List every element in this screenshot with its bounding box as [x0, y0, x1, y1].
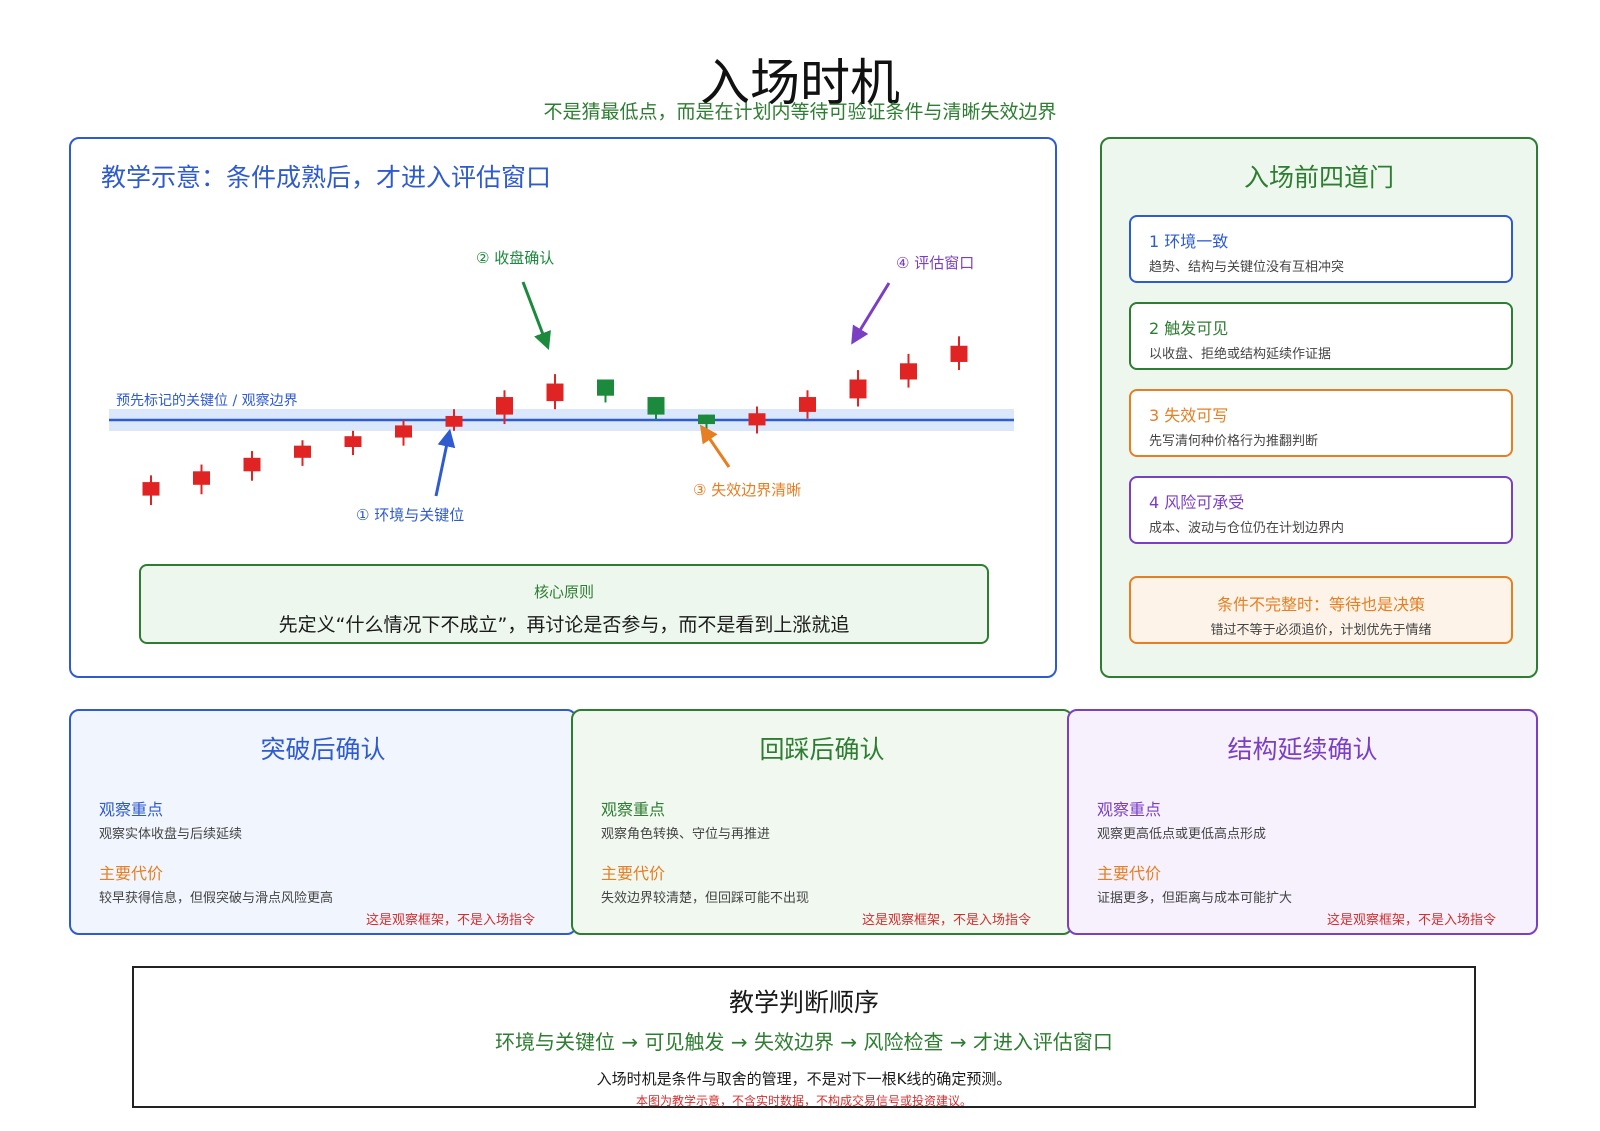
candle-body	[546, 383, 564, 402]
candle-body	[849, 379, 867, 399]
candle-body	[647, 397, 665, 415]
gate-desc: 成本、波动与仓位仍在计划边界内	[1149, 521, 1345, 536]
method-card-pullback: 回踩后确认 观察重点 观察角色转换、守位与再推进 主要代价 失效边界较清楚，但回…	[571, 709, 1073, 935]
core-principle-text: 先定义“什么情况下不成立”，再讨论是否参与，而不是看到上涨就追	[278, 614, 850, 636]
gate-title: 2 触发可见	[1149, 319, 1229, 338]
method-card-structure: 结构延续确认 观察重点 观察更高低点或更低高点形成 主要代价 证据更多，但距离与…	[1067, 709, 1538, 935]
candle-body	[900, 363, 917, 380]
candle	[243, 451, 261, 481]
judgment-order-title: 教学判断顺序	[728, 988, 879, 1017]
candle	[142, 475, 160, 506]
wait-decision-desc: 错过不等于必须追价，计划优先于情绪	[1210, 623, 1432, 638]
gate-environment: 1 环境一致 趋势、结构与关键位没有互相冲突	[1129, 215, 1513, 283]
focus-label: 观察重点	[1097, 800, 1162, 819]
wait-decision-title: 条件不完整时：等待也是决策	[1216, 595, 1425, 614]
method-title: 突破后确认	[260, 735, 386, 764]
key-level-label: 预先标记的关键位 / 观察边界	[116, 392, 298, 409]
focus-label: 观察重点	[601, 800, 666, 819]
candle	[344, 430, 362, 456]
cost-label: 主要代价	[601, 864, 666, 883]
disclaimer-note: 本图为教学示意，不含实时数据，不构成交易信号或投资建议。	[635, 1094, 972, 1108]
judgment-order-box: 教学判断顺序 环境与关键位 → 可见触发 → 失效边界 → 风险检查 → 才进入…	[132, 966, 1476, 1108]
candle	[294, 440, 311, 466]
candle-body	[445, 415, 463, 427]
four-gates-title: 入场前四道门	[1243, 163, 1394, 192]
candle-body	[294, 445, 311, 458]
focus-text: 观察角色转换、守位与再推进	[601, 827, 771, 842]
arrow-window	[851, 282, 891, 345]
cost-label: 主要代价	[1097, 864, 1162, 883]
method-card-breakout: 突破后确认 观察重点 观察实体收盘与后续延续 主要代价 较早获得信息，但假突破与…	[69, 709, 577, 935]
core-principle-box: 核心原则 先定义“什么情况下不成立”，再讨论是否参与，而不是看到上涨就追	[139, 564, 989, 644]
gate-title: 4 风险可承受	[1149, 493, 1245, 512]
candle	[950, 336, 968, 371]
annotation-env: ① 环境与关键位	[356, 506, 464, 524]
candle-body	[799, 397, 816, 412]
method-title: 回踩后确认	[759, 735, 885, 764]
focus-text: 观察实体收盘与后续延续	[99, 827, 243, 842]
candle-body	[950, 345, 968, 362]
method-disclaimer: 这是观察框架，不是入场指令	[861, 913, 1031, 928]
annotation-window: ④ 评估窗口	[896, 254, 974, 272]
page-subtitle: 不是猜最低点，而是在计划内等待可验证条件与清晰失效边界	[543, 101, 1057, 123]
arrow-close	[521, 281, 551, 351]
gate-title: 1 环境一致	[1149, 232, 1229, 251]
focus-text: 观察更高低点或更低高点形成	[1097, 827, 1267, 842]
gate-title: 3 失效可写	[1149, 406, 1229, 425]
gate-risk: 4 风险可承受 成本、波动与仓位仍在计划边界内	[1129, 476, 1513, 544]
focus-label: 观察重点	[99, 800, 164, 819]
candle-body	[395, 425, 412, 438]
method-disclaimer: 这是观察框架，不是入场指令	[365, 913, 535, 928]
gate-invalidation: 3 失效可写 先写清何种价格行为推翻判断	[1129, 389, 1513, 457]
gate-desc: 以收盘、拒绝或结构延续作证据	[1149, 347, 1332, 362]
candle	[597, 379, 614, 403]
wait-decision-box: 条件不完整时：等待也是决策 错过不等于必须追价，计划优先于情绪	[1129, 576, 1513, 644]
gate-trigger: 2 触发可见 以收盘、拒绝或结构延续作证据	[1129, 302, 1513, 370]
candle-body	[496, 397, 513, 415]
chart-panel: 教学示意：条件成熟后，才进入评估窗口 预先标记的关键位 / 观察边界 ① 环境与…	[69, 137, 1057, 678]
candle-body	[698, 414, 715, 425]
arrow-invalid	[699, 424, 731, 468]
candle-body	[597, 379, 614, 396]
method-title: 结构延续确认	[1227, 735, 1378, 764]
candle-body	[193, 471, 210, 485]
cost-text: 失效边界较清楚，但回踩可能不出现	[601, 891, 810, 906]
judgment-order-text: 入场时机是条件与取舍的管理，不是对下一根K线的确定预测。	[596, 1070, 1012, 1088]
cost-text: 较早获得信息，但假突破与滑点风险更高	[99, 891, 334, 906]
annotation-close: ② 收盘确认	[476, 249, 554, 267]
candle-body	[243, 457, 261, 472]
method-disclaimer: 这是观察框架，不是入场指令	[1326, 913, 1496, 928]
cost-text: 证据更多，但距离与成本可能扩大	[1097, 891, 1293, 906]
candle	[193, 464, 210, 495]
judgment-order-sequence: 环境与关键位 → 可见触发 → 失效边界 → 风险检查 → 才进入评估窗口	[495, 1030, 1113, 1054]
candle-body	[142, 482, 160, 496]
candle	[546, 374, 564, 410]
candle-body	[344, 436, 362, 447]
four-gates-panel: 入场前四道门 1 环境一致 趋势、结构与关键位没有互相冲突 2 触发可见 以收盘…	[1100, 137, 1538, 678]
gate-desc: 趋势、结构与关键位没有互相冲突	[1149, 260, 1345, 275]
candle	[900, 353, 917, 388]
annotation-invalid: ③ 失效边界清晰	[693, 481, 801, 499]
arrow-env	[434, 428, 456, 497]
candle-body	[748, 413, 766, 426]
gate-desc: 先写清何种价格行为推翻判断	[1149, 434, 1319, 449]
candle	[849, 370, 867, 407]
core-principle-label: 核心原则	[533, 583, 594, 601]
cost-label: 主要代价	[99, 864, 164, 883]
